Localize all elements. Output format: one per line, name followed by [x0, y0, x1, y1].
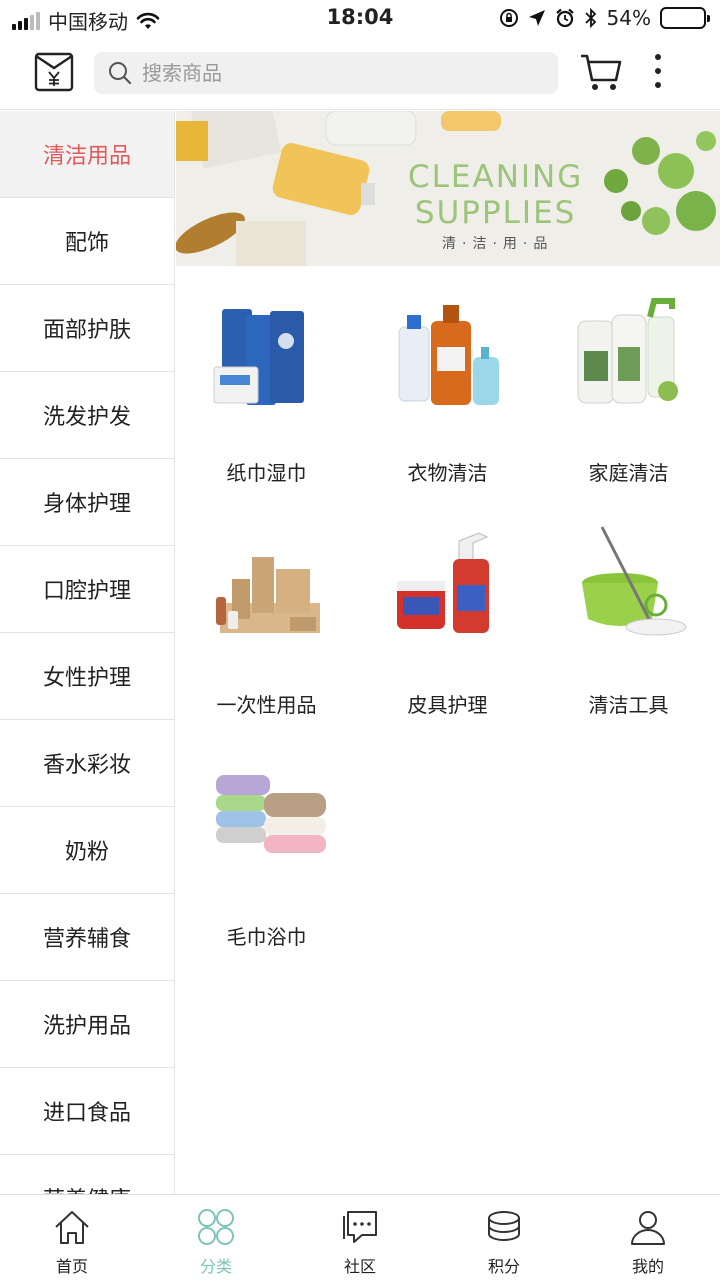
tab-label: 社区	[343, 1257, 376, 1276]
subcategory-label: 家庭清洁	[588, 461, 669, 485]
more-menu-button[interactable]	[646, 50, 670, 92]
search-icon	[109, 62, 132, 85]
subcategory-label: 皮具护理	[407, 693, 488, 717]
banner-subtitle: 清·洁·用·品	[442, 236, 554, 252]
status-bar-right: 54%	[499, 6, 710, 30]
sidebar-item-toiletries[interactable]: 洗护用品	[0, 981, 174, 1068]
status-bar: 中国移动 18:04 54%	[0, 0, 720, 36]
tab-label: 分类	[199, 1257, 232, 1276]
tab-label: 我的	[631, 1257, 664, 1276]
shopping-cart-icon	[581, 54, 622, 90]
sidebar-item-baby-food[interactable]: 营养辅食	[0, 894, 174, 981]
subcategory-item[interactable]: 纸巾湿巾	[176, 281, 357, 513]
battery-percent: 54%	[606, 6, 651, 30]
banner-title: CLEANING SUPPLIES	[408, 159, 583, 231]
location-arrow-icon	[528, 10, 545, 26]
sidebar-item-imported-food[interactable]: 进口食品	[0, 1068, 174, 1155]
envelope-yuan-icon	[34, 52, 74, 92]
tab-category[interactable]: 分类	[144, 1195, 288, 1280]
banner-title-line2: SUPPLIES	[414, 195, 577, 231]
banner-title-line1: CLEANING	[408, 159, 584, 195]
tab-points[interactable]: 积分	[432, 1195, 576, 1280]
sidebar-item-skincare[interactable]: 面部护肤	[0, 285, 174, 372]
message-button[interactable]	[34, 52, 74, 92]
sidebar-item-perfume-makeup[interactable]: 香水彩妆	[0, 720, 174, 807]
subcategory-label: 一次性用品	[216, 693, 317, 717]
user-icon	[631, 1211, 665, 1245]
sidebar-item-feminine-care[interactable]: 女性护理	[0, 633, 174, 720]
mop-bucket-icon	[582, 526, 687, 636]
sidebar-item-oralcare[interactable]: 口腔护理	[0, 546, 174, 633]
top-header	[0, 36, 720, 110]
tissue-packs-icon	[213, 309, 304, 405]
rotation-lock-icon	[499, 9, 518, 27]
cart-button[interactable]	[580, 50, 622, 92]
tab-home[interactable]: 首页	[0, 1195, 144, 1280]
towel-stack-icon	[216, 775, 326, 853]
tab-profile[interactable]: 我的	[576, 1195, 720, 1280]
sidebar-item-haircare[interactable]: 洗发护发	[0, 372, 174, 459]
battery-icon	[660, 7, 710, 29]
household-cleaner-icon	[577, 298, 678, 404]
subcategory-label: 衣物清洁	[407, 461, 488, 485]
more-dot-icon	[655, 68, 661, 74]
category-banner[interactable]: CLEANING SUPPLIES 清·洁·用·品	[176, 111, 720, 266]
more-dot-icon	[655, 82, 661, 88]
bottom-tab-bar: 首页 分类 社区 积分 我的	[0, 1194, 720, 1280]
sidebar-item-milk-powder[interactable]: 奶粉	[0, 807, 174, 894]
category-sidebar[interactable]: 清洁用品 配饰 面部护肤 洗发护发 身体护理 口腔护理 女性护理 香水彩妆 奶粉…	[0, 111, 175, 1194]
category-grid-icon	[198, 1209, 234, 1245]
category-content: CLEANING SUPPLIES 清·洁·用·品 纸巾湿巾 衣物清洁 家庭清洁…	[176, 111, 720, 1194]
leather-care-icon	[397, 532, 489, 633]
subcategory-label: 清洁工具	[588, 693, 669, 717]
home-icon	[55, 1211, 89, 1244]
laundry-detergent-icon	[398, 305, 499, 405]
sidebar-item-cleaning[interactable]: 清洁用品	[0, 111, 174, 198]
coins-stack-icon	[488, 1211, 520, 1241]
subcategory-item[interactable]: 一次性用品	[176, 513, 357, 745]
subcategory-item[interactable]: 家庭清洁	[538, 281, 719, 513]
search-bar[interactable]	[94, 52, 558, 94]
chat-bubble-icon	[343, 1211, 377, 1243]
tab-label: 首页	[55, 1257, 88, 1276]
alarm-icon	[555, 8, 574, 28]
subcategory-label: 纸巾湿巾	[226, 461, 307, 485]
tab-community[interactable]: 社区	[288, 1195, 432, 1280]
more-dot-icon	[655, 54, 661, 60]
subcategory-item[interactable]: 皮具护理	[357, 513, 538, 745]
subcategory-label: 毛巾浴巾	[226, 925, 307, 949]
subcategory-item[interactable]: 毛巾浴巾	[176, 745, 357, 977]
tab-label: 积分	[487, 1257, 520, 1276]
sidebar-item-accessories[interactable]: 配饰	[0, 198, 174, 285]
sidebar-item-nutrition-health[interactable]: 营养健康	[0, 1155, 174, 1194]
disposable-kit-icon	[216, 557, 320, 633]
search-input[interactable]	[142, 61, 542, 85]
subcategory-item[interactable]: 衣物清洁	[357, 281, 538, 513]
bluetooth-icon	[584, 8, 596, 28]
subcategory-item[interactable]: 清洁工具	[538, 513, 719, 745]
sidebar-item-bodycare[interactable]: 身体护理	[0, 459, 174, 546]
